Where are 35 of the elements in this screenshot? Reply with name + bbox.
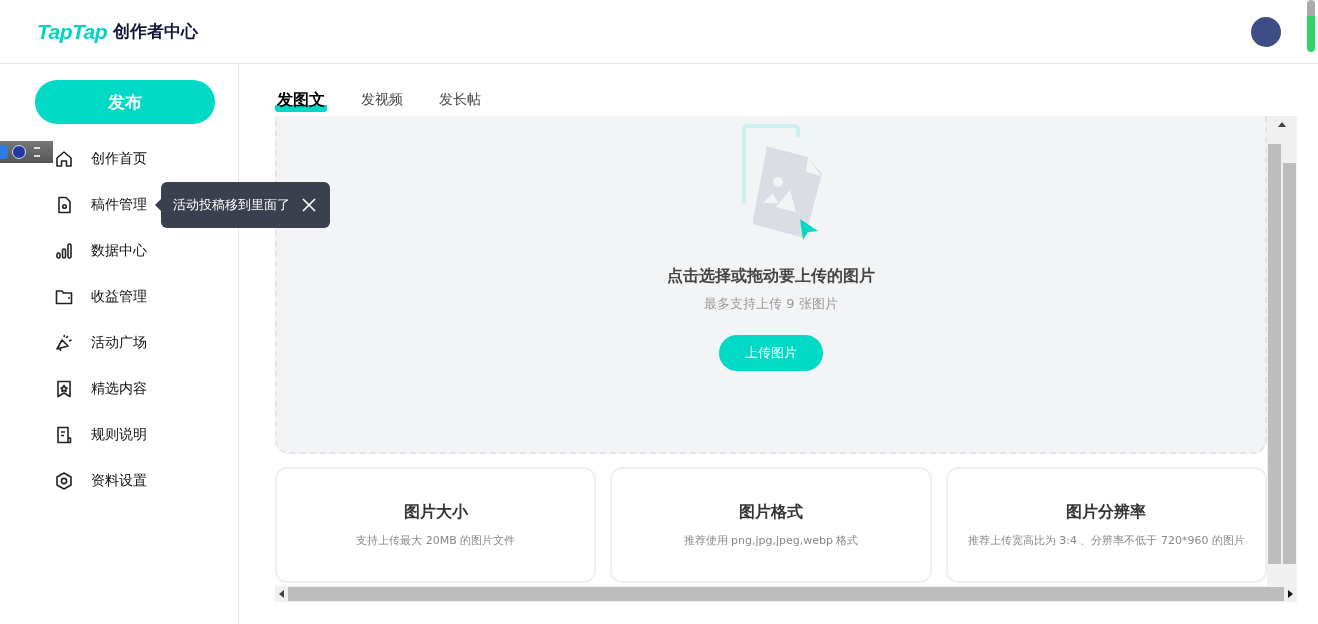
scroll-up-icon[interactable] xyxy=(1278,122,1286,127)
card-title: 图片分辨率 xyxy=(1066,502,1147,523)
sidebar-item[interactable]: 创作首页 xyxy=(0,136,238,182)
tab[interactable]: 发视频 xyxy=(359,88,405,112)
upload-title: 点击选择或拖动要上传的图片 xyxy=(667,266,875,287)
sidebar-item[interactable]: 收益管理 xyxy=(0,274,238,320)
card-title: 图片大小 xyxy=(403,502,468,523)
card-title: 图片格式 xyxy=(739,502,803,523)
megaphone-icon xyxy=(54,333,74,353)
card-description: 支持上传最大 20MB 的图片文件 xyxy=(356,533,516,548)
tab[interactable]: 发长帖 xyxy=(437,88,483,112)
level-indicator xyxy=(1307,0,1315,52)
tab[interactable]: 发图文 xyxy=(275,88,327,112)
scroll-right-icon[interactable] xyxy=(1288,590,1293,598)
card-description: 推荐使用 png,jpg,jpeg,webp 格式 xyxy=(683,533,859,548)
sidebar-item[interactable]: 资料设置 xyxy=(0,458,238,504)
close-icon[interactable] xyxy=(302,198,316,212)
sidebar-item[interactable]: 规则说明 xyxy=(0,412,238,458)
avatar[interactable] xyxy=(1251,16,1281,47)
site-title: 创作者中心 xyxy=(113,20,199,43)
home-icon xyxy=(54,149,74,169)
card-description: 推荐上传宽高比为 3:4 、分辨率不低于 720*960 的图片 xyxy=(967,533,1245,548)
sidebar-item[interactable]: 精选内容 xyxy=(0,366,238,412)
help-icon[interactable] xyxy=(12,145,26,159)
sidebar-item[interactable]: 活动广场 xyxy=(0,320,238,366)
settings-icon xyxy=(54,471,74,491)
bar-chart-icon xyxy=(54,241,74,261)
vertical-scrollbar[interactable] xyxy=(1267,116,1297,586)
floating-toolbar[interactable] xyxy=(0,141,53,163)
document-icon xyxy=(54,425,74,445)
upload-hint: 最多支持上传 9 张图片 xyxy=(704,295,838,313)
bookmark-icon xyxy=(54,379,74,399)
sidebar-item[interactable]: 数据中心 xyxy=(0,228,238,274)
horizontal-scrollbar[interactable] xyxy=(275,586,1297,602)
folder-icon xyxy=(54,287,74,307)
